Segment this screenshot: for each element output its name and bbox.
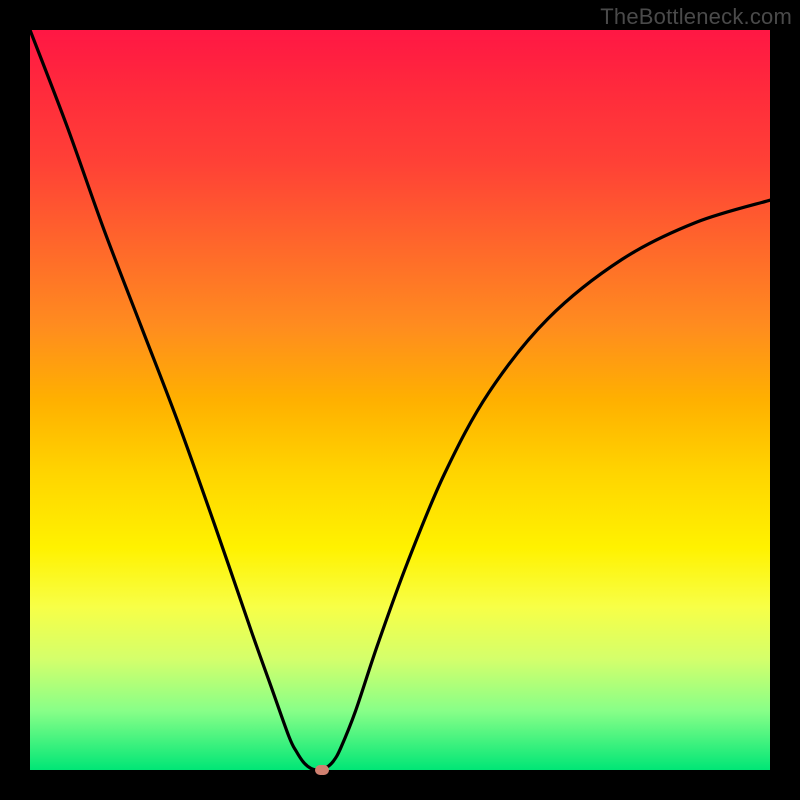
chart-frame: TheBottleneck.com [0, 0, 800, 800]
plot-area [30, 30, 770, 770]
curve-svg [30, 30, 770, 770]
watermark-text: TheBottleneck.com [600, 4, 792, 30]
bottleneck-curve [30, 30, 770, 770]
optimum-marker [315, 765, 329, 775]
